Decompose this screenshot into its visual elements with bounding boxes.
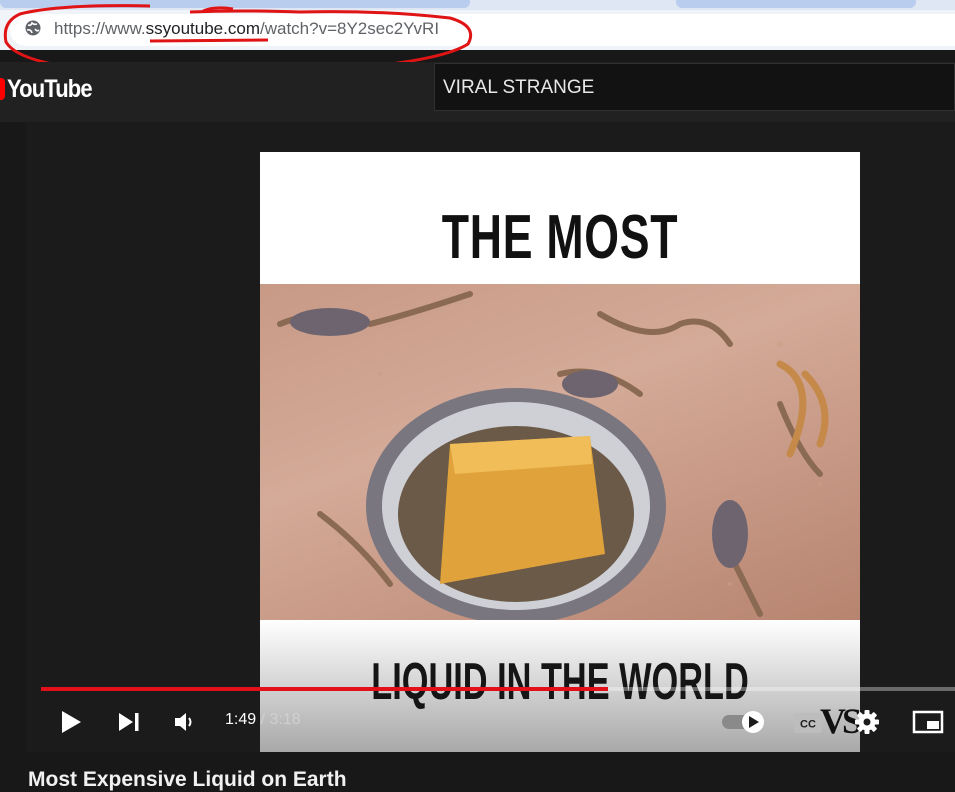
url-host: ssyoutube.com [145, 19, 260, 38]
time-separator: / [256, 711, 270, 728]
svg-text:CC: CC [800, 719, 816, 731]
time-display: 1:49 / 3:18 [225, 711, 301, 729]
video-overlay-bottom-text: LIQUID IN THE WORLD [371, 653, 749, 711]
video-frame[interactable]: THE MOST EXPENSIVE [260, 152, 860, 752]
current-time: 1:49 [225, 711, 257, 728]
skip-next-icon[interactable] [117, 710, 141, 734]
browser-tab[interactable] [0, 0, 470, 8]
search-value: VIRAL STRANGE [443, 77, 595, 98]
volume-icon[interactable] [174, 711, 198, 733]
autoplay-toggle-icon[interactable] [721, 710, 767, 734]
play-icon[interactable] [58, 709, 84, 735]
browser-tab[interactable] [676, 0, 916, 8]
settings-gear-icon[interactable] [854, 709, 880, 735]
channel-watermark: VS [820, 701, 862, 741]
youtube-logo-text: YouTube [7, 74, 93, 103]
progress-bar[interactable] [41, 687, 955, 691]
search-input[interactable]: VIRAL STRANGE [434, 63, 955, 111]
globe-icon[interactable] [24, 19, 42, 37]
miniplayer-icon[interactable] [912, 710, 944, 734]
duration: 3:18 [269, 711, 301, 728]
browser-tabstrip [0, 0, 955, 10]
address-url[interactable]: https://www.ssyoutube.com/watch?v=8Y2sec… [54, 19, 439, 39]
cc-icon[interactable]: CC [793, 712, 823, 734]
video-title: Most Expensive Liquid on Earth [28, 768, 347, 791]
url-prefix: https://www. [54, 19, 146, 38]
youtube-logo[interactable]: YouTube [0, 72, 103, 106]
url-path: /watch?v=8Y2sec2YvRI [259, 19, 440, 38]
scorpions-honeycomb-picture [277, 291, 829, 624]
progress-played [41, 687, 608, 691]
youtube-logo-icon [0, 78, 5, 100]
video-scene-image [260, 284, 860, 624]
